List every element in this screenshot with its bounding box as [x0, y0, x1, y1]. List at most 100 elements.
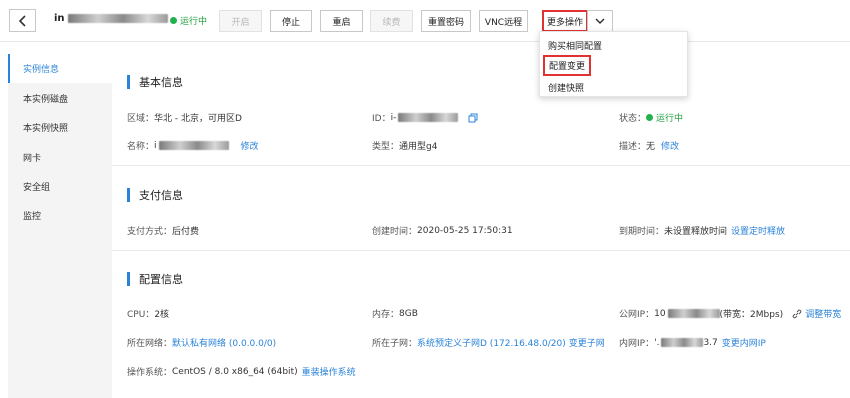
network-label: 所在网络：	[127, 339, 173, 349]
redacted-name	[158, 141, 229, 150]
memory-value: 8GB	[399, 308, 418, 319]
edit-name-link[interactable]: 修改	[241, 139, 259, 152]
public-ip-prefix: 10	[654, 308, 666, 319]
adjust-bandwidth-link[interactable]: 调整带宽	[805, 307, 841, 320]
change-subnet-link[interactable]: 变更子网	[569, 336, 605, 349]
running-status-dot	[170, 17, 177, 24]
section-accent-bar	[127, 188, 130, 202]
region-value: 华北 - 北京，可用区D	[154, 114, 242, 124]
more-actions-menu: 购买相同配置 配置变更 创建快照	[539, 31, 688, 97]
top-toolbar: in 运行中 开启 停止 重启 续费 重置密码 VNC远程 更多操作	[0, 0, 850, 42]
region-field: 区域： 华北 - 北京，可用区D	[127, 111, 242, 124]
private-ip-suffix: 3.7	[703, 337, 718, 348]
chevron-down-icon	[595, 17, 605, 24]
description-value: 无	[646, 142, 656, 152]
instance-name-prefix: in	[54, 13, 65, 24]
sidebar-item-disks[interactable]: 本实例磁盘	[8, 84, 112, 113]
link-icon	[792, 309, 802, 318]
sidebar-item-security-group[interactable]: 安全组	[8, 172, 112, 201]
type-value: 通用型g4	[399, 142, 438, 152]
created-time-label: 创建时间：	[372, 227, 418, 237]
renew-button[interactable]: 续费	[370, 10, 413, 32]
section-accent-bar	[127, 75, 130, 89]
chevron-left-icon	[18, 14, 26, 27]
cpu-label: CPU：	[127, 310, 155, 320]
payment-info-section-title: 支付信息	[127, 187, 183, 203]
memory-label: 内存：	[372, 310, 400, 320]
id-label: ID：	[372, 114, 391, 124]
redacted-instance-name	[68, 13, 169, 23]
status-field: 状态： 运行中	[619, 111, 683, 124]
name-label: 名称：	[127, 142, 155, 152]
sidebar-item-instance-info[interactable]: 实例信息	[8, 54, 112, 83]
basic-info-section-title: 基本信息	[127, 74, 183, 90]
public-ip-field: 公网IP： 10 (带宽：2Mbps) 调整带宽	[619, 307, 841, 321]
name-prefix: i	[154, 140, 157, 151]
basic-info-title: 基本信息	[139, 76, 183, 89]
public-ip-label: 公网IP：	[619, 310, 655, 320]
edit-description-link[interactable]: 修改	[661, 139, 679, 152]
os-value: CentOS / 8.0 x86_64 (64bit)	[172, 366, 298, 377]
expire-time-label: 到期时间：	[619, 227, 665, 237]
created-time-field: 创建时间： 2020-05-25 17:50:31	[372, 224, 513, 238]
redacted-public-ip	[667, 309, 720, 318]
more-actions-toggle[interactable]	[587, 10, 613, 32]
running-status-dot	[646, 114, 654, 121]
section-divider	[112, 165, 850, 166]
change-private-ip-link[interactable]: 变更内网IP	[722, 336, 766, 349]
payment-method-field: 支付方式： 后付费	[127, 224, 199, 237]
private-ip-prefix: '.	[654, 337, 660, 348]
reinstall-os-link[interactable]: 重装操作系统	[302, 365, 356, 378]
section-accent-bar	[127, 272, 130, 286]
os-label: 操作系统：	[127, 368, 173, 378]
expire-time-value: 未设置释放时间	[664, 227, 728, 237]
type-label: 类型：	[372, 142, 400, 152]
status-label: 状态：	[619, 114, 647, 124]
redacted-private-ip	[661, 338, 704, 347]
start-button[interactable]: 开启	[219, 10, 262, 32]
instance-status-text: 运行中	[180, 17, 208, 27]
created-time-value: 2020-05-25 17:50:31	[417, 225, 513, 236]
reset-password-button[interactable]: 重置密码	[421, 10, 471, 32]
region-label: 区域：	[127, 114, 155, 124]
restart-button[interactable]: 重启	[320, 10, 363, 32]
bandwidth-text: (带宽：2Mbps)	[719, 310, 784, 320]
expire-time-field: 到期时间： 未设置释放时间 设置定时释放	[619, 224, 785, 237]
subnet-label: 所在子网：	[372, 339, 418, 349]
id-prefix: i-	[390, 112, 397, 123]
menu-item-buy-same-config[interactable]: 购买相同配置	[548, 39, 602, 52]
more-actions-button[interactable]: 更多操作	[542, 10, 588, 32]
instance-name: in	[54, 13, 169, 24]
config-info-title: 配置信息	[139, 273, 183, 286]
redacted-instance-id	[398, 113, 459, 122]
copy-icon[interactable]	[468, 113, 478, 123]
sidebar: 实例信息 本实例磁盘 本实例快照 网卡 安全组 监控	[8, 54, 112, 398]
menu-item-change-config[interactable]: 配置变更	[543, 55, 592, 76]
subnet-link[interactable]: 系统预定义子网D (172.16.48.0/20)	[417, 336, 566, 349]
main-content: 基本信息 区域： 华北 - 北京，可用区D ID： i- 状态： 运行中 名称：…	[112, 54, 850, 398]
name-field: 名称： i 修改	[127, 139, 259, 153]
private-ip-field: 内网IP： '. 3.7 变更内网IP	[619, 336, 766, 350]
status-value: 运行中	[656, 114, 684, 124]
description-field: 描述： 无 修改	[619, 139, 679, 152]
sidebar-item-snapshots[interactable]: 本实例快照	[8, 113, 112, 142]
type-field: 类型： 通用型g4	[372, 139, 437, 152]
instance-status: 运行中	[170, 14, 207, 27]
schedule-release-link[interactable]: 设置定时释放	[731, 224, 785, 237]
vnc-remote-button[interactable]: VNC远程	[479, 10, 528, 32]
payment-method-value: 后付费	[172, 227, 200, 237]
cpu-field: CPU： 2核	[127, 307, 169, 320]
subnet-field: 所在子网： 系统预定义子网D (172.16.48.0/20) 变更子网	[372, 336, 605, 349]
id-field: ID： i-	[372, 111, 478, 124]
network-link[interactable]: 默认私有网络 (0.0.0.0/0)	[172, 336, 276, 349]
private-ip-label: 内网IP：	[619, 339, 655, 349]
network-field: 所在网络： 默认私有网络 (0.0.0.0/0)	[127, 336, 276, 349]
payment-method-label: 支付方式：	[127, 227, 173, 237]
sidebar-item-monitoring[interactable]: 监控	[8, 201, 112, 230]
back-button[interactable]	[9, 9, 36, 32]
section-divider	[112, 250, 850, 251]
memory-field: 内存： 8GB	[372, 307, 418, 321]
menu-item-create-snapshot[interactable]: 创建快照	[548, 81, 584, 94]
stop-button[interactable]: 停止	[270, 10, 312, 32]
sidebar-item-network-card[interactable]: 网卡	[8, 143, 112, 172]
